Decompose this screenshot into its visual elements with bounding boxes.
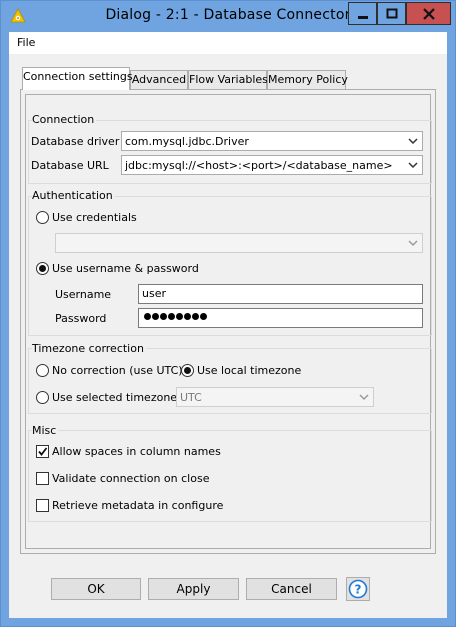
use-local-timezone-radio[interactable] xyxy=(181,364,194,377)
use-selected-timezone-radio[interactable] xyxy=(36,391,49,404)
ok-button[interactable]: OK xyxy=(51,578,141,600)
no-correction-radio[interactable] xyxy=(36,364,49,377)
password-dot xyxy=(160,313,167,320)
chevron-down-icon xyxy=(408,240,418,247)
menu-bar: File xyxy=(9,32,447,54)
timezone-value: UTC xyxy=(180,391,202,404)
chevron-down-icon xyxy=(408,162,418,169)
use-credentials-label[interactable]: Use credentials xyxy=(52,211,137,224)
maximize-button[interactable] xyxy=(377,2,406,25)
credentials-combo[interactable] xyxy=(55,233,423,253)
database-url-label: Database URL xyxy=(31,159,109,172)
password-dot xyxy=(168,313,175,320)
allow-spaces-checkbox[interactable] xyxy=(36,445,49,458)
username-value: user xyxy=(142,287,166,300)
username-field[interactable]: user xyxy=(138,284,423,304)
svg-text:?: ? xyxy=(355,583,362,597)
help-button[interactable]: ? xyxy=(346,577,370,601)
password-dot xyxy=(152,313,159,320)
timezone-group-title: Timezone correction xyxy=(32,342,146,355)
chevron-down-icon xyxy=(408,138,418,145)
use-username-password-radio[interactable] xyxy=(36,262,49,275)
password-dot xyxy=(144,313,151,320)
title-bar[interactable]: Dialog - 2:1 - Database Connector xyxy=(1,1,455,31)
no-correction-label[interactable]: No correction (use UTC) xyxy=(52,364,183,377)
database-url-combo[interactable]: jdbc:mysql://<host>:<port>/<database_nam… xyxy=(121,155,423,175)
misc-group-title: Misc xyxy=(32,424,59,437)
password-dot xyxy=(184,313,191,320)
password-dot xyxy=(192,313,199,320)
connection-group-title: Connection xyxy=(32,113,97,126)
minimize-icon xyxy=(357,15,368,19)
tab-memory-policy[interactable]: Memory Policy xyxy=(267,70,348,90)
use-credentials-radio[interactable] xyxy=(36,211,49,224)
database-driver-combo[interactable]: com.mysql.jdbc.Driver xyxy=(121,131,423,151)
password-mask xyxy=(144,313,207,320)
database-driver-value: com.mysql.jdbc.Driver xyxy=(125,135,249,148)
database-driver-label: Database driver xyxy=(31,135,120,148)
allow-spaces-label[interactable]: Allow spaces in column names xyxy=(52,445,221,458)
use-local-timezone-label[interactable]: Use local timezone xyxy=(197,364,301,377)
menu-file[interactable]: File xyxy=(17,36,35,49)
apply-button[interactable]: Apply xyxy=(148,578,239,600)
checkmark-icon xyxy=(38,447,48,456)
timezone-combo[interactable]: UTC xyxy=(176,387,374,407)
chevron-down-icon xyxy=(359,394,369,401)
help-icon: ? xyxy=(348,579,368,599)
use-selected-timezone-label[interactable]: Use selected timezone xyxy=(52,391,177,404)
minimize-button[interactable] xyxy=(348,2,377,25)
password-label: Password xyxy=(55,312,107,325)
validate-connection-checkbox[interactable] xyxy=(36,472,49,485)
maximize-icon xyxy=(386,8,397,18)
database-url-value: jdbc:mysql://<host>:<port>/<database_nam… xyxy=(125,159,393,172)
password-field[interactable] xyxy=(138,308,423,328)
close-icon xyxy=(422,7,435,20)
authentication-group-title: Authentication xyxy=(32,189,115,202)
tab-connection-settings[interactable]: Connection settings xyxy=(22,67,133,90)
cancel-button[interactable]: Cancel xyxy=(246,578,337,600)
username-label: Username xyxy=(55,288,112,301)
retrieve-metadata-checkbox[interactable] xyxy=(36,499,49,512)
close-button[interactable] xyxy=(406,2,451,25)
password-dot xyxy=(200,313,207,320)
validate-connection-label[interactable]: Validate connection on close xyxy=(52,472,209,485)
password-dot xyxy=(176,313,183,320)
retrieve-metadata-label[interactable]: Retrieve metadata in configure xyxy=(52,499,223,512)
tab-advanced[interactable]: Advanced xyxy=(130,70,188,90)
tab-flow-variables[interactable]: Flow Variables xyxy=(188,70,268,90)
use-username-password-label[interactable]: Use username & password xyxy=(52,262,199,275)
